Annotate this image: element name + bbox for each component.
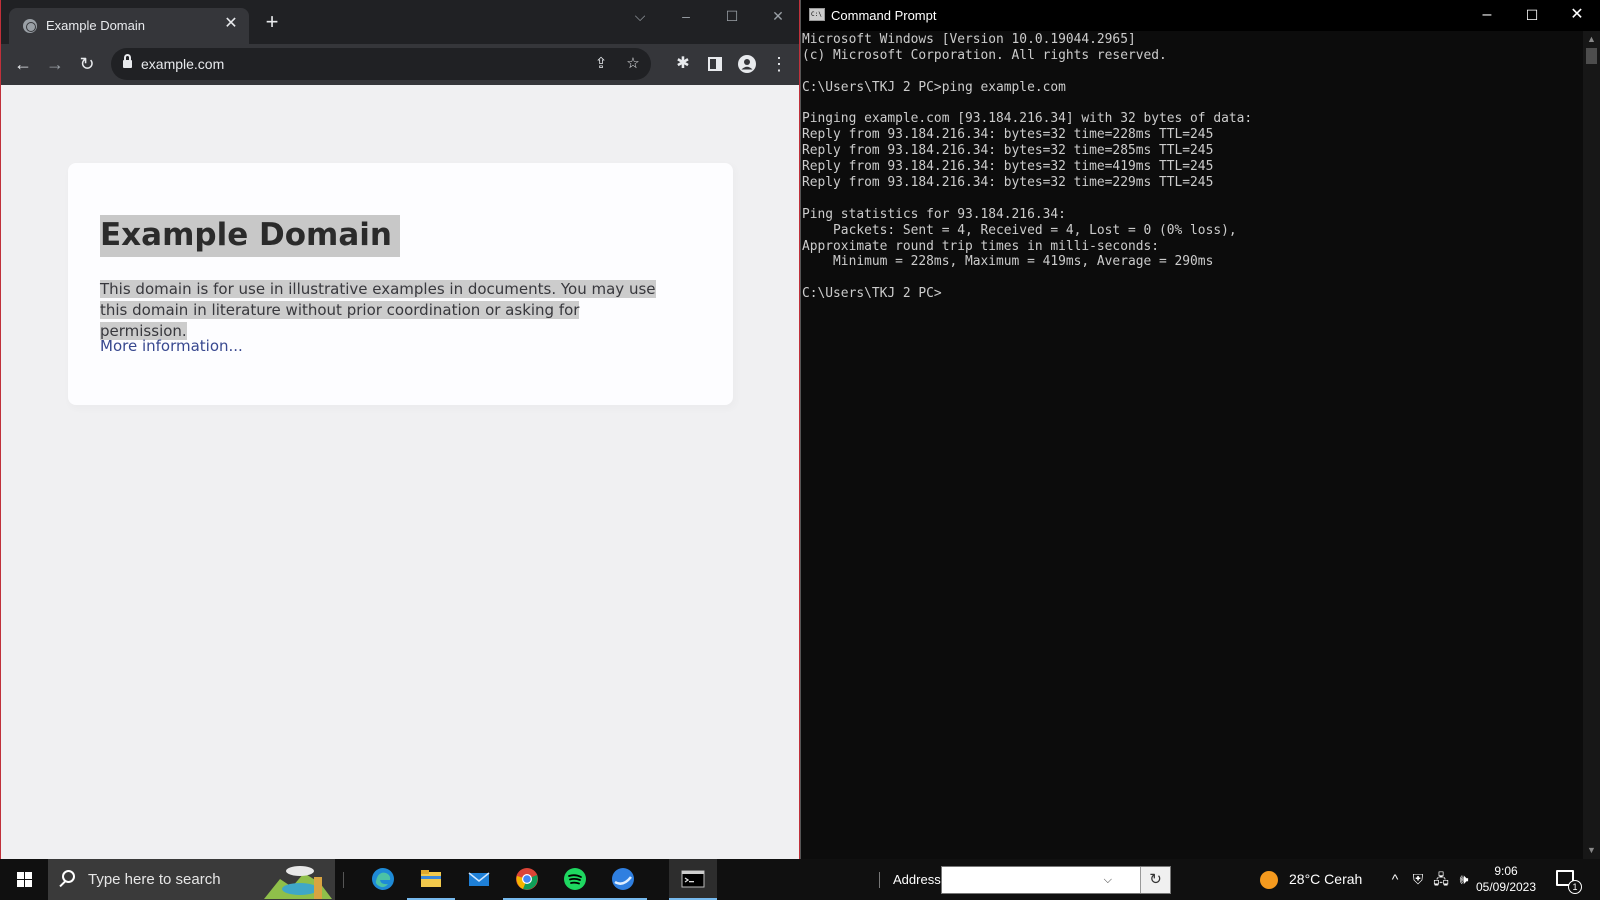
profile-avatar-icon[interactable] (735, 52, 759, 76)
weather-sun-icon[interactable] (1260, 871, 1278, 889)
notification-count-badge: 1 (1568, 880, 1582, 894)
bookmark-star-icon[interactable]: ☆ (621, 52, 645, 76)
console-line: Reply from 93.184.216.34: bytes=32 time=… (802, 159, 1214, 175)
console-line: Reply from 93.184.216.34: bytes=32 time=… (802, 175, 1214, 191)
address-bar[interactable]: example.com ⇪ ☆ (111, 48, 651, 80)
clock-date: 05/09/2023 (1475, 880, 1537, 894)
tab-close-icon[interactable]: ✕ (221, 14, 241, 34)
address-toolbar-input[interactable]: ⌵ ↻ (941, 866, 1171, 894)
start-button[interactable] (0, 859, 48, 900)
cmd-icon (809, 8, 825, 21)
cmd-maximize-icon[interactable]: ☐ (1520, 4, 1544, 26)
show-hidden-icons-chevron-icon[interactable]: ^ (1386, 870, 1404, 888)
reload-icon[interactable]: ↻ (75, 52, 99, 76)
cmd-titlebar: Command Prompt – ☐ ✕ (801, 0, 1600, 31)
console-line: Pinging example.com [93.184.216.34] with… (802, 111, 1253, 127)
spotify-icon (564, 868, 586, 890)
console-line: Microsoft Windows [Version 10.0.19044.29… (802, 32, 1136, 47)
clock-time: 9:06 (1494, 864, 1518, 878)
console-line: Reply from 93.184.216.34: bytes=32 time=… (802, 127, 1214, 143)
tab-title: Example Domain (46, 18, 145, 33)
taskbar-mail[interactable] (455, 859, 503, 900)
chrome-icon (516, 868, 538, 890)
console-output[interactable]: Microsoft Windows [Version 10.0.19044.29… (802, 32, 1582, 852)
taskbar-chrome[interactable] (503, 859, 551, 900)
cmd-minimize-icon[interactable]: – (1475, 4, 1499, 26)
command-prompt-window: Command Prompt – ☐ ✕ Microsoft Windows [… (800, 0, 1600, 859)
cmd-title: Command Prompt (831, 8, 937, 23)
clock[interactable]: 9:06 05/09/2023 (1470, 863, 1542, 895)
cmd-close-icon[interactable]: ✕ (1565, 4, 1589, 26)
file-explorer-icon (421, 870, 441, 887)
menu-kebab-icon[interactable]: ⋮ (767, 52, 791, 76)
content-card: Example Domain This domain is for use in… (68, 163, 733, 405)
scroll-up-icon[interactable]: ▲ (1586, 34, 1597, 45)
search-icon (62, 870, 75, 883)
weather-text[interactable]: 28°C Cerah (1289, 871, 1362, 887)
console-line: Packets: Sent = 4, Received = 4, Lost = … (802, 222, 1237, 238)
page-paragraph: This domain is for use in illustrative e… (100, 279, 660, 342)
scroll-thumb[interactable] (1586, 48, 1597, 64)
console-line: C:\Users\TKJ 2 PC>ping example.com (802, 79, 1066, 95)
browser-titlebar: Example Domain ✕ + ⌵ – ☐ ✕ (1, 0, 799, 44)
console-line: Reply from 93.184.216.34: bytes=32 time=… (802, 143, 1214, 159)
console-line: Approximate round trip times in milli-se… (802, 238, 1159, 254)
taskbar: Type here to search Address ⌵ ↻ 28°C Cer… (0, 859, 1600, 900)
console-line: Minimum = 228ms, Maximum = 419ms, Averag… (802, 254, 1214, 270)
taskbar-spotify[interactable] (551, 859, 599, 900)
search-placeholder: Type here to search (88, 871, 221, 888)
new-tab-button[interactable]: + (261, 11, 283, 34)
browser-tab[interactable]: Example Domain ✕ (9, 8, 249, 44)
browser-icon (612, 868, 634, 890)
extensions-icon[interactable]: ✱ (671, 52, 695, 76)
close-icon[interactable]: ✕ (766, 6, 790, 26)
console-line: Ping statistics for 93.184.216.34: (802, 206, 1066, 222)
taskbar-cmd[interactable] (669, 859, 717, 900)
taskbar-file-explorer[interactable] (407, 859, 455, 900)
search-highlight-illustration-icon (264, 866, 332, 899)
address-toolbar-separator (879, 872, 880, 888)
console-line: (c) Microsoft Corporation. All rights re… (802, 47, 1167, 63)
taskbar-edge[interactable] (359, 859, 407, 900)
forward-icon[interactable]: → (43, 52, 67, 76)
taskbar-separator (343, 872, 344, 888)
mail-icon (468, 872, 490, 886)
url-text[interactable]: example.com (141, 56, 224, 72)
lock-icon (123, 54, 132, 69)
taskbar-search-box[interactable]: Type here to search (48, 859, 335, 900)
scroll-down-icon[interactable]: ▼ (1586, 845, 1597, 856)
chevron-down-icon[interactable]: ⌵ (1104, 874, 1112, 887)
selected-paragraph-text: This domain is for use in illustrative e… (100, 280, 656, 340)
network-icon[interactable]: 🖧 (1432, 870, 1450, 888)
tab-search-icon[interactable]: ⌵ (628, 6, 652, 26)
page-viewport: Example Domain This domain is for use in… (1, 85, 799, 859)
side-panel-icon[interactable] (703, 52, 727, 76)
address-toolbar-label: Address (893, 872, 941, 887)
maximize-icon[interactable]: ☐ (720, 6, 744, 26)
more-information-link[interactable]: More information... (100, 337, 243, 355)
minimize-icon[interactable]: – (674, 6, 698, 26)
browser-toolbar: ← → ↻ example.com ⇪ ☆ ✱ ⋮ (1, 44, 799, 85)
browser-window: Example Domain ✕ + ⌵ – ☐ ✕ ← → ↻ example… (0, 0, 800, 859)
page-heading: Example Domain (100, 215, 400, 257)
back-icon[interactable]: ← (11, 52, 35, 76)
globe-icon (23, 19, 37, 33)
refresh-icon[interactable]: ↻ (1140, 867, 1170, 893)
console-scrollbar[interactable]: ▲ ▼ (1583, 31, 1600, 859)
security-icon[interactable]: ⛨ (1409, 870, 1427, 888)
cmd-icon (681, 870, 705, 888)
windows-logo-icon (17, 872, 24, 879)
taskbar-browser[interactable] (599, 859, 647, 900)
console-line: C:\Users\TKJ 2 PC> (802, 286, 942, 302)
share-icon[interactable]: ⇪ (589, 52, 613, 76)
edge-icon (372, 868, 394, 890)
